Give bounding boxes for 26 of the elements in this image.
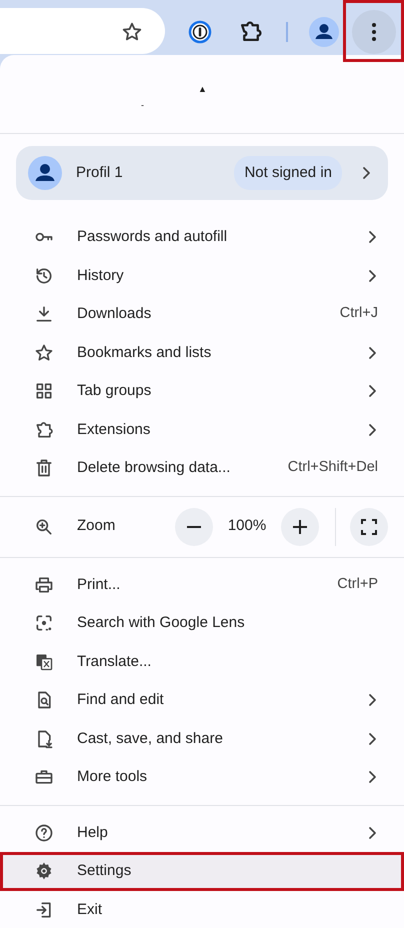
menu-item[interactable]: Settings [0,852,404,890]
profile-row[interactable]: Profil 1 Not signed in [16,146,388,200]
menu-item[interactable]: More tools [0,758,404,796]
shortcut-label: Ctrl+Shift+Del [288,458,378,478]
menu-item[interactable]: Delete browsing data... Ctrl+Shift+Del [0,449,404,488]
menu-item[interactable]: Print... Ctrl+P [0,566,404,604]
menu-item[interactable]: Passwords and autofill [0,218,404,256]
menu-item[interactable]: History [0,256,404,295]
menu-item[interactable]: Translate... [0,642,404,681]
shortcut-label: Ctrl+J [340,304,378,324]
profile-name: Profil 1 [76,162,124,183]
menu-item[interactable]: Find and edit [0,681,404,720]
menu-item[interactable]: Cast, save, and share [0,720,404,758]
zoom-value: 100% [226,516,268,536]
menu-item[interactable]: Search with Google Lens [0,604,404,642]
menu-item[interactable]: Extensions [0,410,404,449]
sign-in-status: Not signed in [234,156,342,190]
zoom-label: Zoom [77,516,116,536]
menu-item[interactable]: Help [0,814,404,852]
menu-item[interactable]: Tab groups [0,372,404,410]
mark-glyph: ▲ [198,85,207,94]
menu-item[interactable]: Downloads Ctrl+J [0,295,404,334]
mark-glyph: - [141,101,144,110]
menu-item[interactable]: Bookmarks and lists [0,334,404,372]
shortcut-label: Ctrl+P [337,574,378,594]
menu-item[interactable]: Exit [0,890,404,928]
